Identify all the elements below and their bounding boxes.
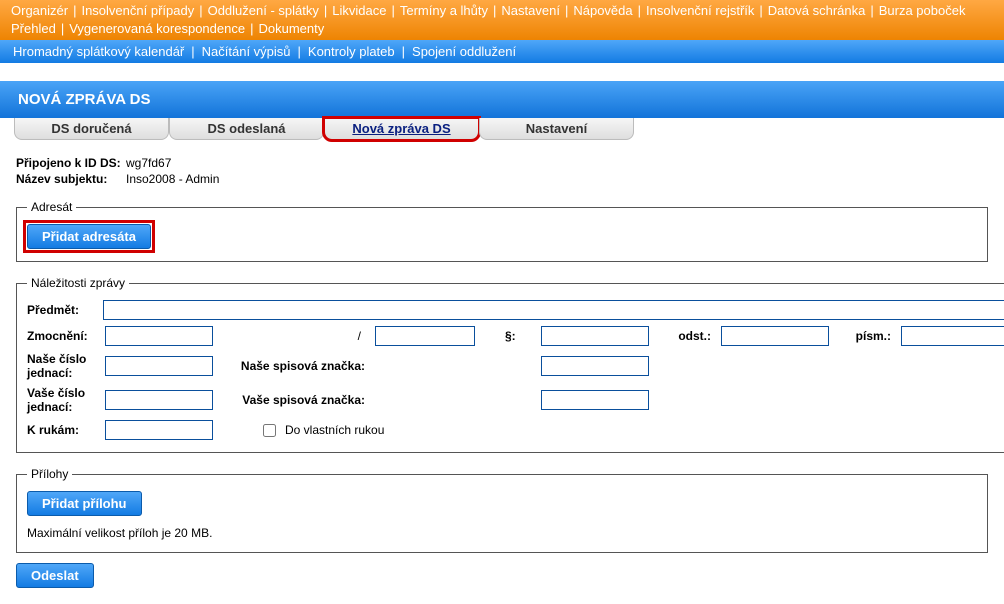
nav-nastaveni[interactable]: Nastavení [498, 2, 563, 20]
do-vlastnich-rukou-checkbox[interactable] [263, 424, 276, 437]
add-attachment-button[interactable]: Přidat přílohu [27, 491, 142, 516]
nav-likvidace[interactable]: Likvidace [329, 2, 389, 20]
par-input[interactable] [541, 326, 649, 346]
tabs: DS doručená DS odeslaná Nová zpráva DS N… [0, 118, 1004, 140]
odst-label: odst.: [655, 329, 715, 343]
send-button[interactable]: Odeslat [16, 563, 94, 588]
subject-name-value: Inso2008 - Admin [126, 172, 219, 186]
odst-input[interactable] [721, 326, 829, 346]
pism-input[interactable] [901, 326, 1004, 346]
subnav-kontroly-plateb[interactable]: Kontroly plateb [305, 44, 398, 59]
add-recipient-highlight: Přidat adresáta [27, 224, 151, 249]
attachment-size-note: Maximální velikost příloh je 20 MB. [27, 526, 977, 540]
nase-cislo-input[interactable] [105, 356, 213, 376]
prilohy-legend: Přílohy [27, 467, 72, 481]
tab-nastaveni[interactable]: Nastavení [479, 118, 634, 140]
subject-name-label: Název subjektu: [16, 172, 126, 186]
nase-spis-label: Naše spisová značka: [219, 359, 369, 373]
sub-nav: Hromadný splátkový kalendář| Načítání vý… [0, 40, 1004, 63]
zmocneni2-input[interactable] [375, 326, 475, 346]
par-label: §: [505, 329, 520, 343]
nav-vygen-korespondence[interactable]: Vygenerovaná korespondence [66, 20, 248, 38]
nav-terminy-lhuty[interactable]: Termíny a lhůty [397, 2, 491, 20]
subnav-spojeni-oddluzeni[interactable]: Spojení oddlužení [409, 44, 519, 59]
tab-ds-odeslana[interactable]: DS odeslaná [169, 118, 324, 140]
zmocneni1-input[interactable] [105, 326, 213, 346]
content: Připojeno k ID DS: wg7fd67 Název subjekt… [0, 140, 1004, 604]
nase-spis-input[interactable] [541, 356, 649, 376]
predmet-label: Předmět: [27, 303, 97, 317]
nav-burza-pobocek[interactable]: Burza poboček [876, 2, 969, 20]
adresat-fieldset: Adresát Přidat adresáta [16, 200, 988, 262]
nav-prehled[interactable]: Přehled [8, 20, 59, 38]
add-recipient-button[interactable]: Přidat adresáta [27, 224, 151, 249]
nav-dokumenty[interactable]: Dokumenty [255, 20, 327, 38]
adresat-legend: Adresát [27, 200, 76, 214]
top-nav: Organizér| Insolvenční případy| Oddlužen… [0, 0, 1004, 40]
nav-organizer[interactable]: Organizér [8, 2, 71, 20]
nav-oddluzeni-splatky[interactable]: Oddlužení - splátky [205, 2, 322, 20]
page-title: NOVÁ ZPRÁVA DS [0, 81, 1004, 118]
nalezitosti-legend: Náležitosti zprávy [27, 276, 129, 290]
subnav-hromadny-kalendar[interactable]: Hromadný splátkový kalendář [10, 44, 187, 59]
krukam-label: K rukám: [27, 423, 99, 437]
nalezitosti-fieldset: Náležitosti zprávy Předmět: Zmocnění: / … [16, 276, 1004, 453]
vase-cislo-input[interactable] [105, 390, 213, 410]
krukam-input[interactable] [105, 420, 213, 440]
vase-spis-label: Vaše spisová značka: [219, 393, 369, 407]
top-nav-row1: Organizér| Insolvenční případy| Oddlužen… [8, 2, 1000, 20]
vase-spis-input[interactable] [541, 390, 649, 410]
prilohy-fieldset: Přílohy Přidat přílohu Maximální velikos… [16, 467, 988, 553]
nav-napoveda[interactable]: Nápověda [570, 2, 635, 20]
subnav-nacitani-vypisu[interactable]: Načítání výpisů [199, 44, 294, 59]
tab-nova-zprava-ds[interactable]: Nová zpráva DS [324, 118, 479, 140]
predmet-input[interactable] [103, 300, 1004, 320]
nav-datova-schranka[interactable]: Datová schránka [765, 2, 869, 20]
vase-cislo-label: Vaše číslo jednací: [27, 386, 99, 414]
do-vlastnich-rukou-label: Do vlastních rukou [285, 423, 384, 437]
top-nav-row2: Přehled| Vygenerovaná korespondence| Dok… [8, 20, 1000, 38]
connected-id-value: wg7fd67 [126, 156, 171, 170]
connected-id-label: Připojeno k ID DS: [16, 156, 126, 170]
zmocneni-label: Zmocnění: [27, 329, 99, 343]
nase-cislo-label: Naše číslo jednací: [27, 352, 99, 380]
tab-ds-dorucena[interactable]: DS doručená [14, 118, 169, 140]
pism-label: písm.: [835, 329, 895, 343]
nav-insolvencni-pripady[interactable]: Insolvenční případy [78, 2, 197, 20]
nav-insolvencni-rejstrik[interactable]: Insolvenční rejstřík [643, 2, 757, 20]
